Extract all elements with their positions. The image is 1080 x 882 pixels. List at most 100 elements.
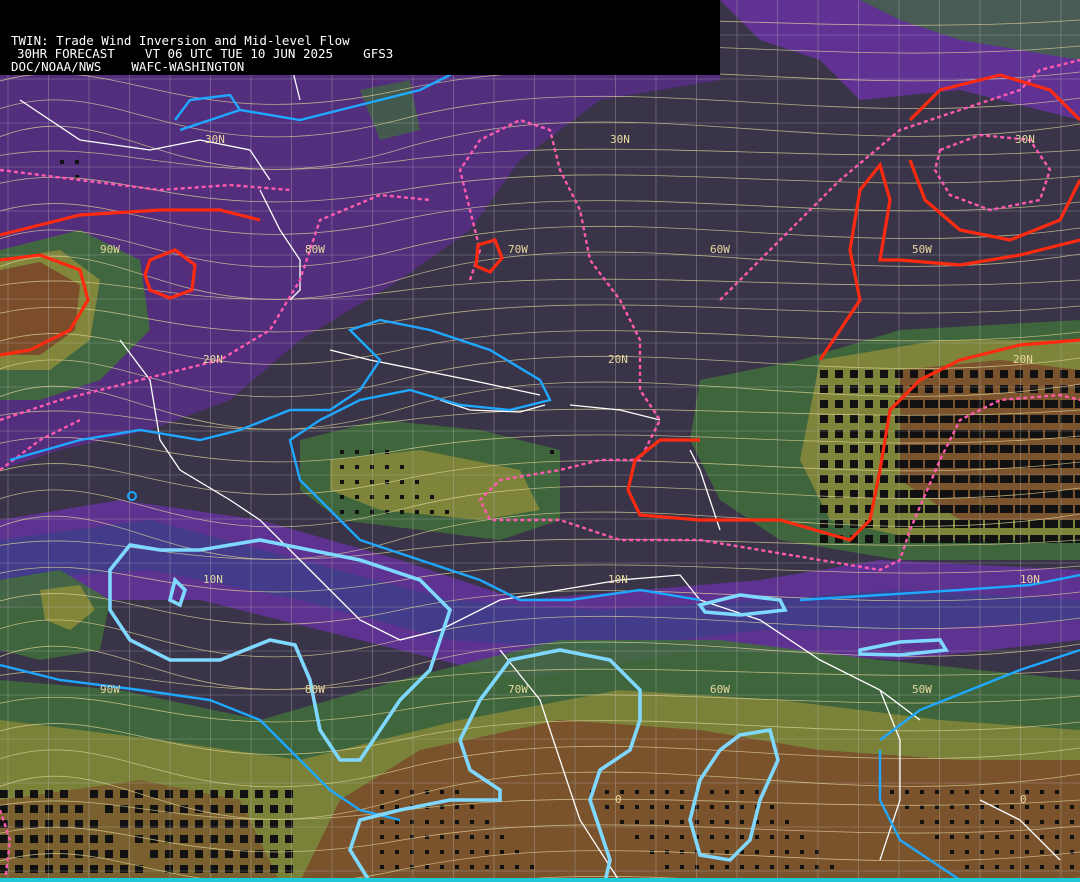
stipple-marker: [915, 490, 923, 498]
stipple-marker: [770, 820, 774, 824]
stipple-marker: [915, 475, 923, 483]
label-30n-east: 30N: [1015, 133, 1035, 146]
label-10n-east: 10N: [1020, 573, 1040, 586]
stipple-marker: [880, 385, 888, 393]
stipple-marker: [960, 535, 968, 543]
stipple-marker: [1065, 490, 1073, 498]
stipple-marker: [1035, 415, 1043, 423]
stipple-marker: [1010, 790, 1014, 794]
label-70w-south: 70W: [508, 683, 528, 696]
stipple-marker: [990, 415, 998, 423]
stipple-marker: [470, 865, 474, 869]
stipple-marker: [990, 445, 998, 453]
stipple-marker: [985, 385, 993, 393]
stipple-marker: [650, 790, 654, 794]
stipple-marker: [1070, 865, 1074, 869]
stipple-marker: [355, 450, 359, 454]
stipple-marker: [950, 820, 954, 824]
stipple-marker: [15, 835, 23, 843]
stipple-marker: [270, 790, 278, 798]
stipple-marker: [755, 865, 759, 869]
stipple-marker: [945, 520, 953, 528]
stipple-marker: [755, 790, 759, 794]
stipple-marker: [0, 850, 8, 858]
stipple-marker: [930, 490, 938, 498]
stipple-marker: [470, 850, 474, 854]
stipple-marker: [785, 850, 789, 854]
stipple-marker: [400, 495, 404, 499]
stipple-marker: [635, 790, 639, 794]
stipple-marker: [440, 790, 444, 794]
stipple-marker: [380, 835, 384, 839]
stipple-marker: [755, 835, 759, 839]
stipple-marker: [835, 475, 843, 483]
stipple-marker: [445, 510, 449, 514]
stipple-marker: [605, 790, 609, 794]
stipple-marker: [270, 805, 278, 813]
stipple-marker: [935, 790, 939, 794]
stipple-marker: [1065, 505, 1073, 513]
stipple-marker: [820, 535, 828, 543]
stipple-marker: [930, 400, 938, 408]
stipple-marker: [1075, 520, 1080, 528]
stipple-marker: [195, 835, 203, 843]
stipple-marker: [180, 835, 188, 843]
stipple-marker: [1010, 865, 1014, 869]
stipple-marker: [740, 790, 744, 794]
stipple-marker: [975, 445, 983, 453]
stipple-marker: [105, 865, 113, 873]
stipple-marker: [1075, 505, 1080, 513]
stipple-marker: [1070, 820, 1074, 824]
stipple-marker: [550, 450, 554, 454]
stipple-marker: [990, 460, 998, 468]
stipple-marker: [415, 480, 419, 484]
stipple-marker: [1065, 415, 1073, 423]
stipple-marker: [680, 790, 684, 794]
stipple-marker: [410, 820, 414, 824]
stipple-marker: [900, 490, 908, 498]
stipple-marker: [915, 400, 923, 408]
stipple-marker: [165, 790, 173, 798]
stipple-marker: [960, 445, 968, 453]
stipple-marker: [915, 460, 923, 468]
stipple-marker: [990, 475, 998, 483]
stipple-marker: [820, 505, 828, 513]
stipple-marker: [1000, 370, 1008, 378]
stipple-marker: [1020, 415, 1028, 423]
stipple-marker: [990, 505, 998, 513]
stipple-marker: [800, 850, 804, 854]
stipple-marker: [1040, 820, 1044, 824]
stipple-marker: [1005, 415, 1013, 423]
stipple-marker: [800, 865, 804, 869]
stipple-marker: [990, 535, 998, 543]
stipple-marker: [970, 370, 978, 378]
stipple-marker: [665, 790, 669, 794]
stipple-marker: [425, 850, 429, 854]
stipple-marker: [440, 820, 444, 824]
stipple-marker: [820, 460, 828, 468]
stipple-marker: [470, 820, 474, 824]
stipple-marker: [830, 865, 834, 869]
label-10n: 10N: [608, 573, 628, 586]
stipple-marker: [710, 820, 714, 824]
stipple-marker: [835, 505, 843, 513]
stipple-marker: [385, 465, 389, 469]
stipple-marker: [880, 505, 888, 513]
stipple-marker: [950, 835, 954, 839]
stipple-marker: [1040, 790, 1044, 794]
stipple-marker: [835, 415, 843, 423]
stipple-marker: [930, 460, 938, 468]
stipple-marker: [680, 850, 684, 854]
stipple-marker: [785, 820, 789, 824]
stipple-marker: [930, 445, 938, 453]
stipple-marker: [695, 820, 699, 824]
stipple-marker: [785, 835, 789, 839]
stipple-marker: [210, 835, 218, 843]
stipple-marker: [950, 850, 954, 854]
stipple-marker: [240, 790, 248, 798]
stipple-marker: [865, 415, 873, 423]
stipple-marker: [1075, 460, 1080, 468]
bottom-border: [0, 878, 1080, 882]
stipple-marker: [930, 535, 938, 543]
stipple-marker: [395, 805, 399, 809]
